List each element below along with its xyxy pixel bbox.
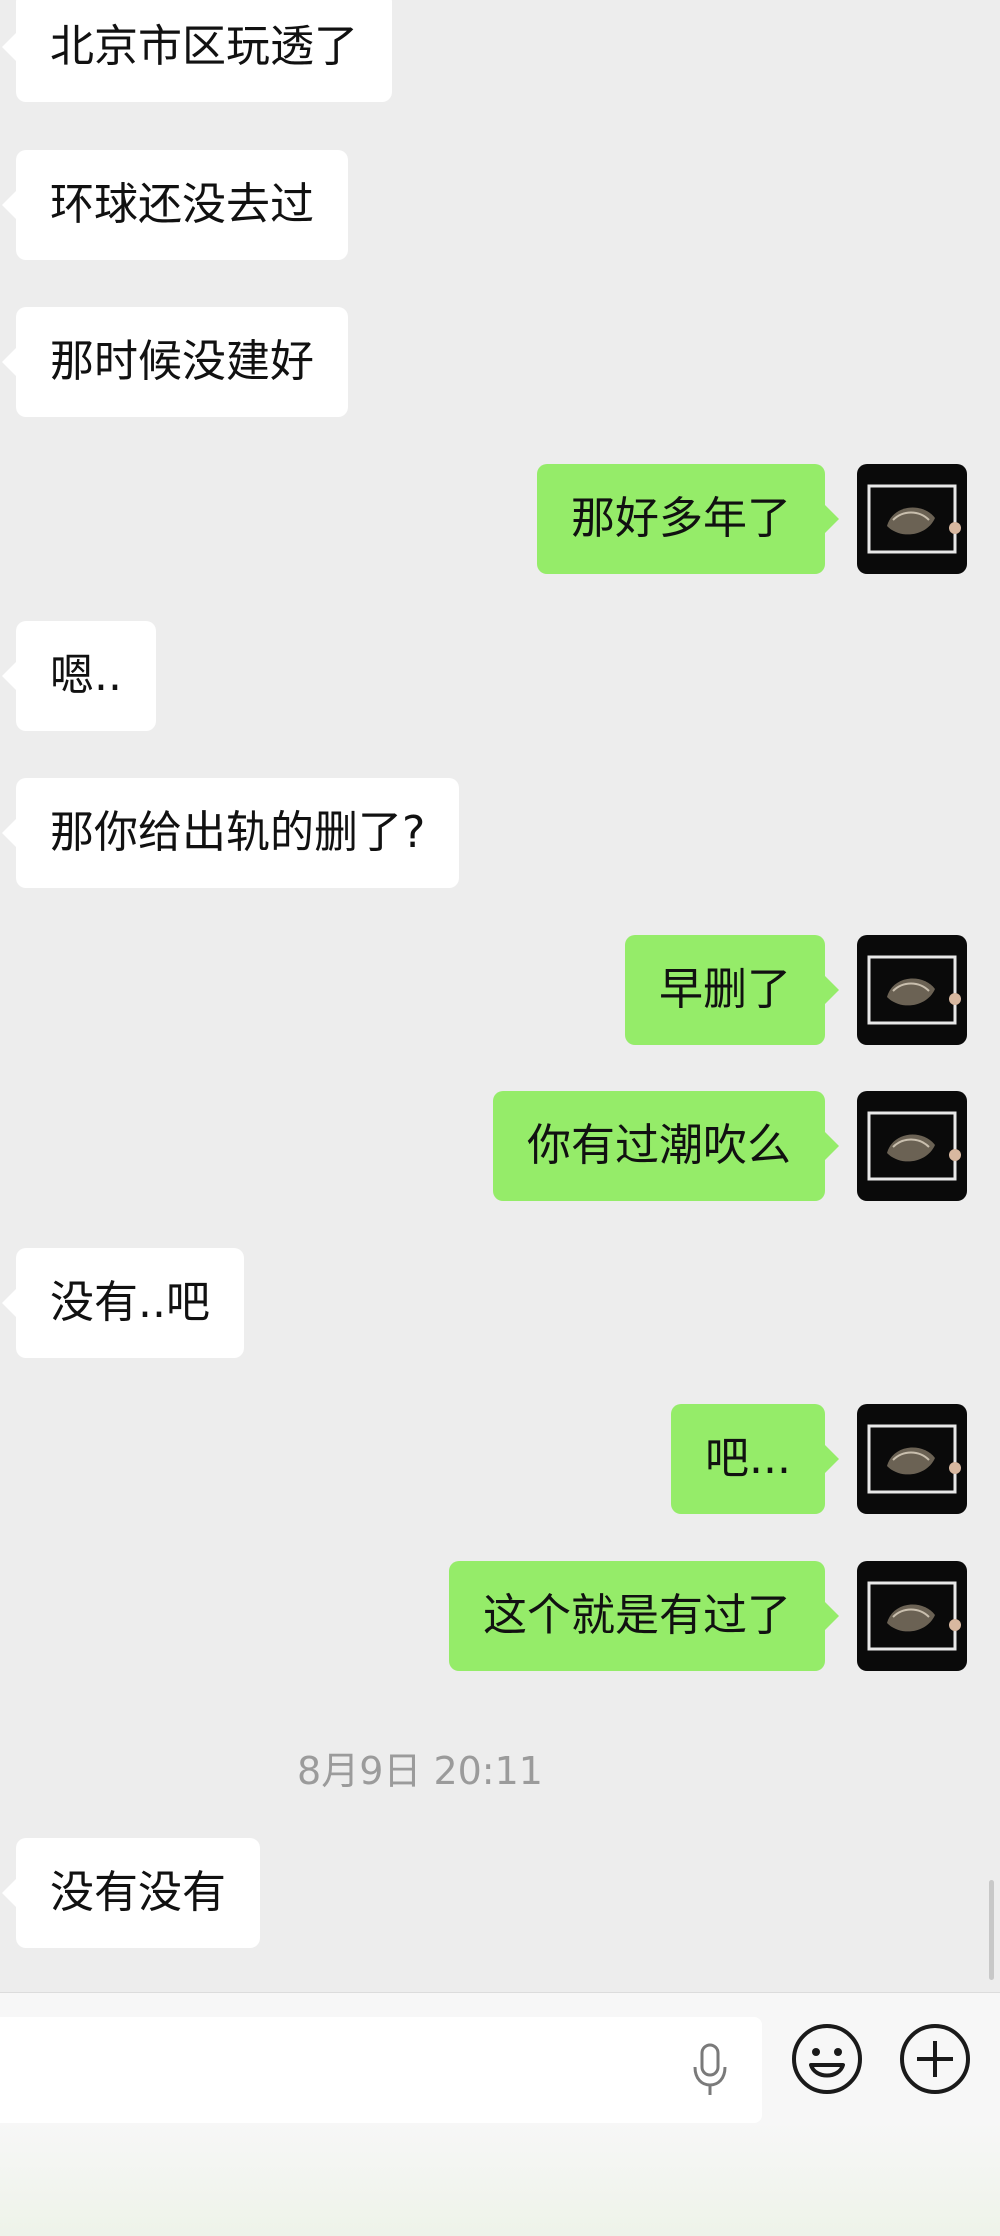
plus-icon[interactable] <box>899 2023 971 2095</box>
message-received[interactable]: 嗯.. <box>2 621 156 731</box>
message-received[interactable]: 那你给出轨的删了? <box>1 778 460 888</box>
message-received[interactable]: 没有..吧 <box>2 1248 244 1358</box>
emoji-icon[interactable] <box>791 2023 863 2095</box>
bottom-panel <box>0 2123 1000 2236</box>
input-toolbar <box>0 1992 1000 2236</box>
user-avatar[interactable] <box>857 1091 967 1201</box>
message-timestamp: 8月9日 20:11 <box>297 1749 543 1793</box>
user-avatar[interactable] <box>857 1404 967 1514</box>
message-sent[interactable]: 你有过潮吹么 <box>493 1091 839 1201</box>
message-sent[interactable]: 吧... <box>671 1404 839 1514</box>
message-input[interactable] <box>0 2017 762 2123</box>
message-sent[interactable]: 这个就是有过了 <box>449 1561 839 1671</box>
user-avatar[interactable] <box>857 1561 967 1671</box>
message-received[interactable]: 北京市区玩透了 <box>2 0 392 102</box>
message-received[interactable]: 环球还没去过 <box>2 150 348 260</box>
chat-area[interactable]: 北京市区玩透了 环球还没去过 那时候没建好 那好多年了 嗯.. 那你给出轨的删了… <box>0 0 1000 1990</box>
user-avatar[interactable] <box>857 935 967 1045</box>
scrollbar[interactable] <box>989 1880 994 1980</box>
message-sent[interactable]: 那好多年了 <box>537 464 839 574</box>
message-sent[interactable]: 早删了 <box>625 935 839 1045</box>
user-avatar[interactable] <box>857 464 967 574</box>
message-received[interactable]: 没有没有 <box>2 1838 260 1948</box>
message-received[interactable]: 那时候没建好 <box>2 307 348 417</box>
microphone-icon[interactable] <box>690 2043 730 2099</box>
